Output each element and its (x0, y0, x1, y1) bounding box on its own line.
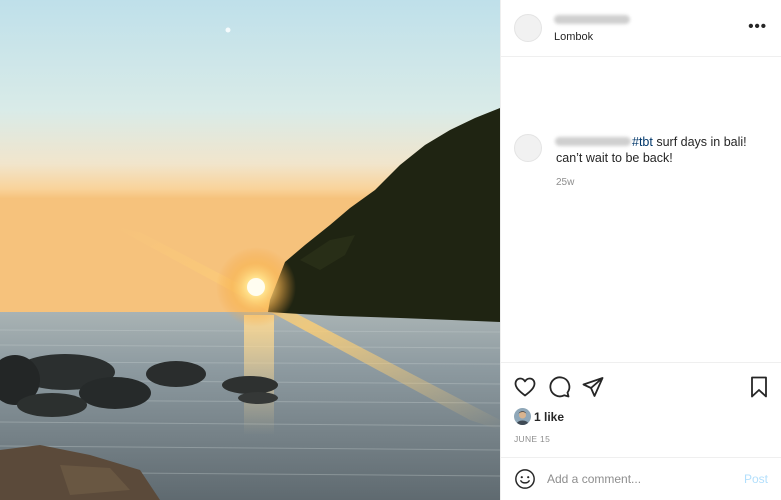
action-bar: 1 like JUNE 15 (501, 362, 781, 457)
post-photo[interactable] (0, 0, 500, 500)
location-link[interactable]: Lombok (554, 31, 593, 43)
post-date[interactable]: JUNE 15 (514, 434, 550, 444)
comment-icon[interactable] (547, 375, 571, 399)
author-avatar[interactable] (514, 14, 542, 42)
post-comment-button[interactable]: Post (744, 472, 768, 486)
share-icon[interactable] (581, 375, 605, 399)
sunset-photo (0, 0, 500, 500)
more-options-icon[interactable]: ••• (748, 18, 767, 35)
post-header: Lombok ••• (501, 0, 781, 57)
caption-section: #tbt surf days in bali! can’t wait to be… (501, 57, 781, 357)
caption-text: #tbt surf days in bali! can’t wait to be… (556, 134, 776, 166)
liker-avatar[interactable] (514, 408, 531, 425)
emoji-icon[interactable] (514, 468, 536, 490)
liker-avatar-image (514, 408, 531, 425)
caption-author-avatar[interactable] (514, 134, 542, 162)
author-username-blurred[interactable] (554, 15, 630, 24)
comment-input[interactable] (547, 470, 727, 488)
hashtag-link[interactable]: #tbt (632, 135, 653, 149)
caption-timestamp[interactable]: 25w (556, 177, 574, 188)
bookmark-icon[interactable] (747, 375, 771, 399)
comment-bar: Post (501, 457, 781, 500)
heart-icon[interactable] (513, 375, 537, 399)
likes-count[interactable]: 1 like (534, 410, 564, 424)
post-detail-panel: Lombok ••• #tbt surf days in bali! can’t… (500, 0, 781, 500)
